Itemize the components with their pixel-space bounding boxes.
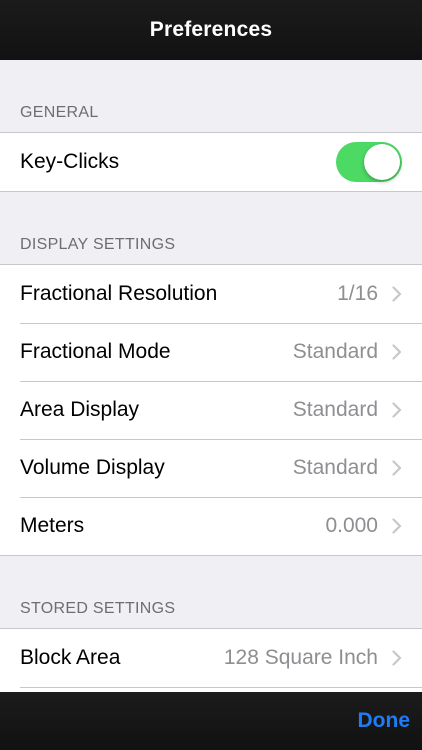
- group-stored-settings: Block Area 128 Square Inch: [0, 628, 422, 692]
- fractional-resolution-row[interactable]: Fractional Resolution 1/16: [0, 265, 422, 323]
- fractional-resolution-label: Fractional Resolution: [20, 282, 218, 305]
- area-display-value: Standard: [292, 398, 378, 421]
- key-clicks-toggle[interactable]: [336, 142, 402, 182]
- chevron-right-icon: [392, 344, 402, 360]
- fractional-resolution-value: 1/16: [337, 282, 378, 305]
- meters-value: 0.000: [325, 514, 378, 537]
- key-clicks-label: Key-Clicks: [20, 150, 120, 173]
- bottom-toolbar: Done: [0, 692, 422, 750]
- chevron-right-icon: [392, 518, 402, 534]
- block-area-value: 128 Square Inch: [223, 646, 378, 669]
- chevron-right-icon: [392, 650, 402, 666]
- volume-display-row[interactable]: Volume Display Standard: [0, 439, 422, 497]
- section-header-display-settings: DISPLAY SETTINGS: [20, 236, 176, 253]
- chevron-right-icon: [392, 460, 402, 476]
- toggle-knob: [364, 144, 400, 180]
- section-header-stored-settings: STORED SETTINGS: [20, 600, 176, 617]
- volume-display-label: Volume Display: [20, 456, 165, 479]
- section-header-general: GENERAL: [20, 104, 99, 121]
- done-button[interactable]: Done: [358, 709, 411, 733]
- area-display-row[interactable]: Area Display Standard: [0, 381, 422, 439]
- meters-label: Meters: [20, 514, 85, 537]
- group-display-settings: Fractional Resolution 1/16 Fractional Mo…: [0, 264, 422, 556]
- block-area-row[interactable]: Block Area 128 Square Inch: [0, 629, 422, 687]
- volume-display-value: Standard: [292, 456, 378, 479]
- navigation-bar: Preferences: [0, 0, 422, 60]
- key-clicks-row: Key-Clicks: [0, 133, 422, 191]
- area-display-label: Area Display: [20, 398, 140, 421]
- fractional-mode-value: Standard: [292, 340, 378, 363]
- page-title: Preferences: [149, 18, 273, 41]
- preferences-list[interactable]: GENERAL Key-Clicks DISPLAY SETTINGS Frac…: [0, 60, 422, 692]
- chevron-right-icon: [392, 402, 402, 418]
- fractional-mode-label: Fractional Mode: [20, 340, 171, 363]
- block-area-label: Block Area: [20, 646, 121, 669]
- group-general: Key-Clicks: [0, 132, 422, 192]
- meters-row[interactable]: Meters 0.000: [0, 497, 422, 555]
- fractional-mode-row[interactable]: Fractional Mode Standard: [0, 323, 422, 381]
- chevron-right-icon: [392, 286, 402, 302]
